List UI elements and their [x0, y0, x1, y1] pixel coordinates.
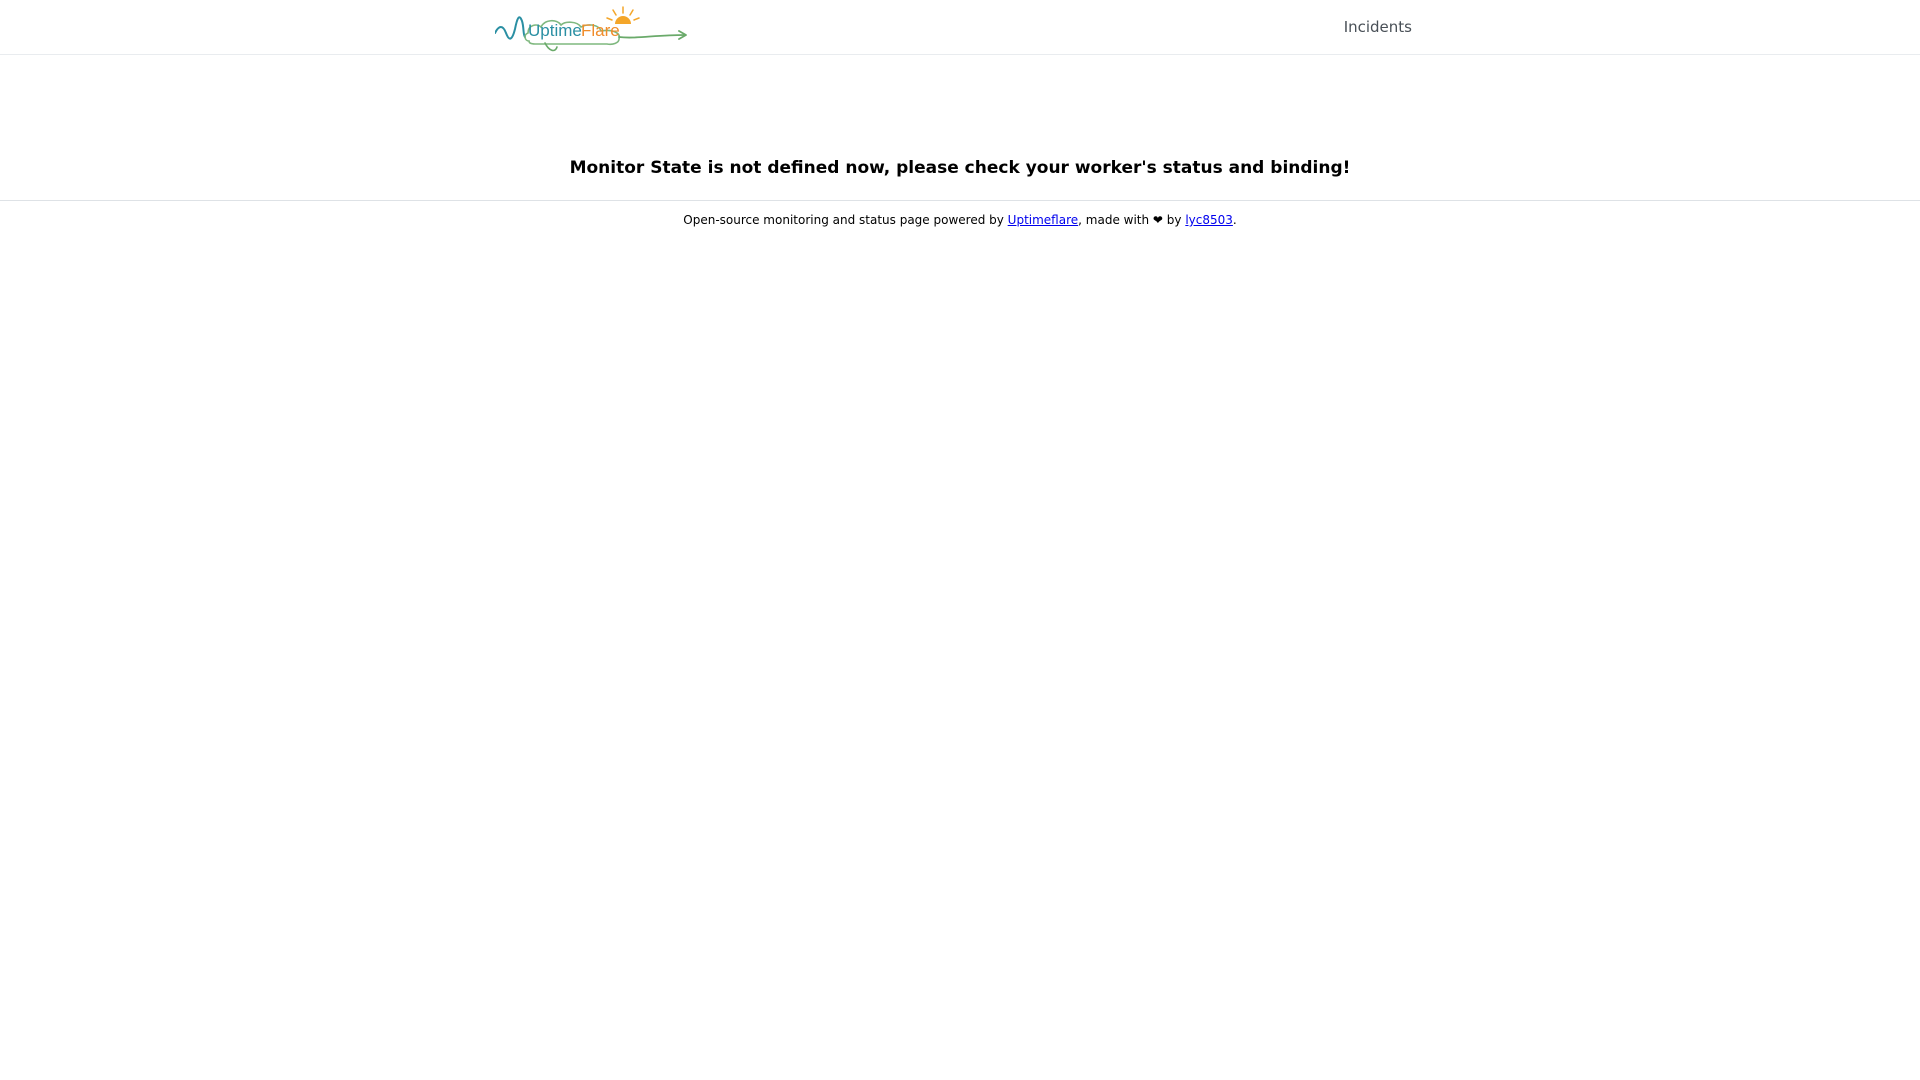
logo-text-flare: Flare: [581, 21, 620, 40]
author-link[interactable]: lyc8503: [1185, 213, 1233, 227]
footer-suffix-text: .: [1232, 213, 1237, 227]
uptimeflare-logo-icon: Uptime Flare: [495, 6, 687, 52]
uptimeflare-link[interactable]: Uptimeflare: [1008, 213, 1078, 227]
uptimeflare-logo[interactable]: Uptime Flare: [495, 3, 687, 53]
logo-text-uptime: Uptime: [528, 21, 582, 40]
footer-prefix-text: Open-source monitoring and status page p…: [683, 213, 1008, 227]
main-content: Monitor State is not defined now, please…: [0, 55, 1920, 201]
header: Uptime Flare Incidents: [0, 0, 1920, 55]
footer-middle-text: , made with ❤ by: [1078, 213, 1186, 227]
monitor-state-error-message: Monitor State is not defined now, please…: [569, 158, 1351, 178]
footer: Open-source monitoring and status page p…: [0, 211, 1920, 229]
nav-incidents-link[interactable]: Incidents: [1344, 18, 1412, 37]
